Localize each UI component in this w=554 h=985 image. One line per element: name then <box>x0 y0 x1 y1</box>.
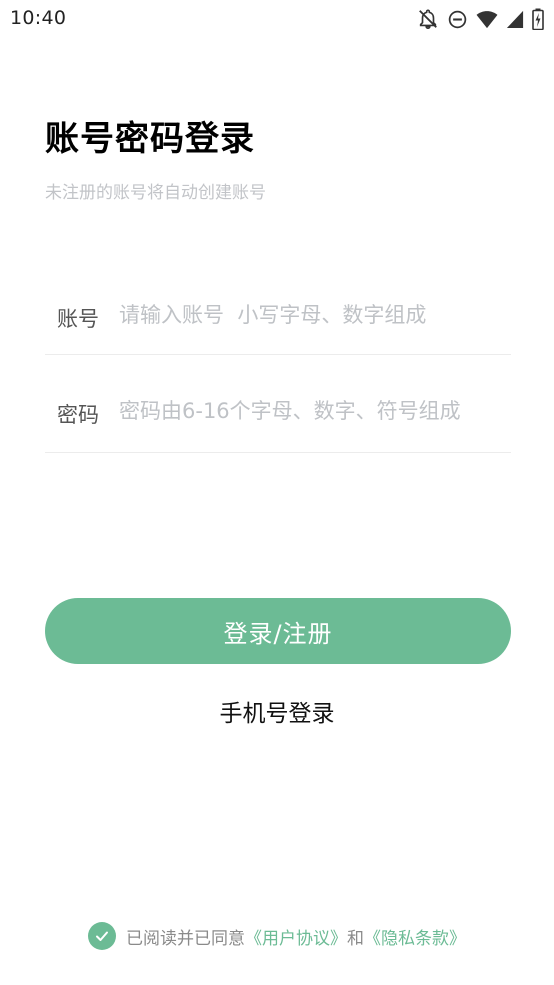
do-not-disturb-icon <box>447 9 468 30</box>
check-icon <box>96 931 108 941</box>
wifi-icon <box>476 9 498 29</box>
status-time: 10:40 <box>10 7 67 29</box>
page-subtitle: 未注册的账号将自动创建账号 <box>45 183 266 203</box>
account-label: 账号 <box>57 307 99 331</box>
privacy-policy-link[interactable]: 《隐私条款》 <box>364 924 466 949</box>
battery-icon <box>532 8 544 30</box>
notifications-off-icon <box>417 8 439 30</box>
account-input[interactable] <box>119 297 509 333</box>
status-icons <box>417 8 544 30</box>
agree-checkbox[interactable] <box>88 922 116 950</box>
signal-icon <box>506 9 524 29</box>
phone-login-link[interactable]: 手机号登录 <box>0 694 554 728</box>
password-input[interactable] <box>119 393 509 429</box>
account-row: 账号 <box>45 285 511 355</box>
login-screen: 10:40 账号密码登录 未注册的账号将自动创建账号 账号 请输入账号 小写字母… <box>0 0 554 985</box>
user-agreement-link[interactable]: 《用户协议》 <box>245 924 347 949</box>
page-title: 账号密码登录 <box>45 119 255 159</box>
agreement-and: 和 <box>347 928 364 949</box>
password-row: 密码 <box>45 378 511 453</box>
status-bar: 10:40 <box>0 0 554 38</box>
password-label: 密码 <box>57 403 99 427</box>
agreement-row: 已阅读并已同意 《用户协议》 和 《隐私条款》 <box>0 922 554 950</box>
login-register-button[interactable]: 登录/注册 <box>45 598 511 664</box>
agreement-prefix: 已阅读并已同意 <box>126 928 245 949</box>
